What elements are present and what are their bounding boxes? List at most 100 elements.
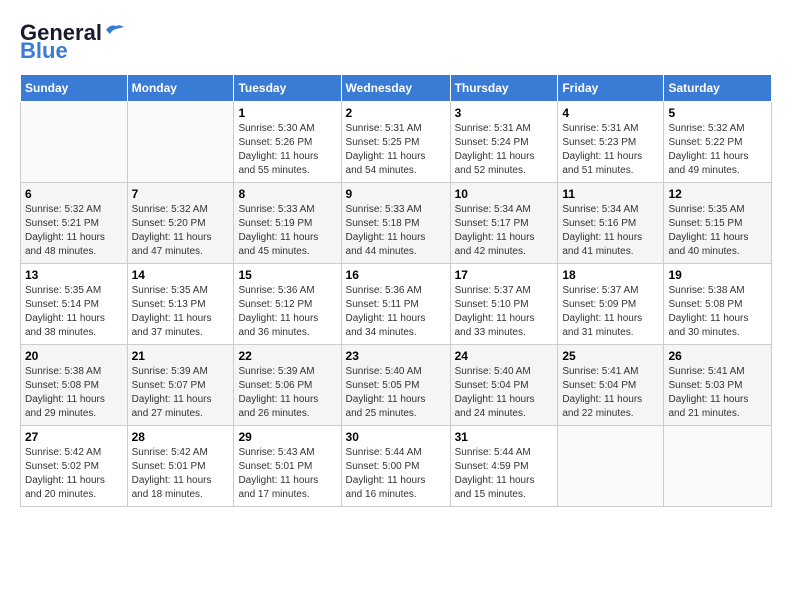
- day-info: Sunrise: 5:33 AM Sunset: 5:18 PM Dayligh…: [346, 203, 446, 259]
- calendar-cell: 2 Sunrise: 5:31 AM Sunset: 5:25 PM Daylig…: [341, 102, 450, 183]
- calendar-cell: 23 Sunrise: 5:40 AM Sunset: 5:05 PM Dayli…: [341, 345, 450, 426]
- day-number: 24: [455, 349, 554, 363]
- day-number: 16: [346, 268, 446, 282]
- day-info: Sunrise: 5:35 AM Sunset: 5:15 PM Dayligh…: [668, 203, 767, 259]
- day-info: Sunrise: 5:37 AM Sunset: 5:10 PM Dayligh…: [455, 284, 554, 340]
- calendar-cell: 10 Sunrise: 5:34 AM Sunset: 5:17 PM Dayli…: [450, 183, 558, 264]
- calendar-cell: 24 Sunrise: 5:40 AM Sunset: 5:04 PM Dayli…: [450, 345, 558, 426]
- header-friday: Friday: [558, 75, 664, 102]
- calendar-cell: 4 Sunrise: 5:31 AM Sunset: 5:23 PM Daylig…: [558, 102, 664, 183]
- day-number: 21: [132, 349, 230, 363]
- day-number: 18: [562, 268, 659, 282]
- day-info: Sunrise: 5:31 AM Sunset: 5:23 PM Dayligh…: [562, 122, 659, 178]
- day-info: Sunrise: 5:40 AM Sunset: 5:04 PM Dayligh…: [455, 365, 554, 421]
- day-number: 25: [562, 349, 659, 363]
- day-number: 13: [25, 268, 123, 282]
- day-number: 9: [346, 187, 446, 201]
- day-info: Sunrise: 5:32 AM Sunset: 5:22 PM Dayligh…: [668, 122, 767, 178]
- calendar-cell: [127, 102, 234, 183]
- day-info: Sunrise: 5:36 AM Sunset: 5:11 PM Dayligh…: [346, 284, 446, 340]
- calendar-cell: 19Sunrise: 5:38 AM Sunset: 5:08 PM Dayli…: [664, 264, 772, 345]
- day-number: 3: [455, 106, 554, 120]
- day-number: 15: [238, 268, 336, 282]
- day-info: Sunrise: 5:41 AM Sunset: 5:03 PM Dayligh…: [668, 365, 767, 421]
- day-info: Sunrise: 5:32 AM Sunset: 5:21 PM Dayligh…: [25, 203, 123, 259]
- logo: General Blue: [20, 20, 126, 64]
- calendar-cell: 15 Sunrise: 5:36 AM Sunset: 5:12 PM Dayli…: [234, 264, 341, 345]
- calendar-cell: 21 Sunrise: 5:39 AM Sunset: 5:07 PM Dayli…: [127, 345, 234, 426]
- day-info: Sunrise: 5:38 AM Sunset: 5:08 PM Dayligh…: [668, 284, 767, 340]
- calendar-cell: 29Sunrise: 5:43 AM Sunset: 5:01 PM Dayli…: [234, 426, 341, 507]
- page-header: General Blue: [20, 20, 772, 64]
- day-number: 6: [25, 187, 123, 201]
- day-info: Sunrise: 5:39 AM Sunset: 5:07 PM Dayligh…: [132, 365, 230, 421]
- calendar-cell: 31 Sunrise: 5:44 AM Sunset: 4:59 PM Dayli…: [450, 426, 558, 507]
- day-number: 27: [25, 430, 123, 444]
- calendar-cell: 30 Sunrise: 5:44 AM Sunset: 5:00 PM Dayli…: [341, 426, 450, 507]
- calendar-cell: 27 Sunrise: 5:42 AM Sunset: 5:02 PM Dayli…: [21, 426, 128, 507]
- calendar-cell: 17 Sunrise: 5:37 AM Sunset: 5:10 PM Dayli…: [450, 264, 558, 345]
- calendar-cell: 8 Sunrise: 5:33 AM Sunset: 5:19 PM Daylig…: [234, 183, 341, 264]
- day-number: 10: [455, 187, 554, 201]
- day-number: 17: [455, 268, 554, 282]
- calendar-week-row: 6 Sunrise: 5:32 AM Sunset: 5:21 PM Daylig…: [21, 183, 772, 264]
- day-info: Sunrise: 5:31 AM Sunset: 5:24 PM Dayligh…: [455, 122, 554, 178]
- header-saturday: Saturday: [664, 75, 772, 102]
- day-number: 1: [238, 106, 336, 120]
- day-info: Sunrise: 5:34 AM Sunset: 5:16 PM Dayligh…: [562, 203, 659, 259]
- day-info: Sunrise: 5:37 AM Sunset: 5:09 PM Dayligh…: [562, 284, 659, 340]
- day-info: Sunrise: 5:36 AM Sunset: 5:12 PM Dayligh…: [238, 284, 336, 340]
- calendar-cell: 26 Sunrise: 5:41 AM Sunset: 5:03 PM Dayli…: [664, 345, 772, 426]
- calendar-cell: 12Sunrise: 5:35 AM Sunset: 5:15 PM Dayli…: [664, 183, 772, 264]
- day-info: Sunrise: 5:44 AM Sunset: 5:00 PM Dayligh…: [346, 446, 446, 502]
- day-number: 4: [562, 106, 659, 120]
- calendar-cell: 7Sunrise: 5:32 AM Sunset: 5:20 PM Daylig…: [127, 183, 234, 264]
- day-number: 11: [562, 187, 659, 201]
- calendar-week-row: 27 Sunrise: 5:42 AM Sunset: 5:02 PM Dayli…: [21, 426, 772, 507]
- day-info: Sunrise: 5:40 AM Sunset: 5:05 PM Dayligh…: [346, 365, 446, 421]
- calendar-cell: 20 Sunrise: 5:38 AM Sunset: 5:08 PM Dayli…: [21, 345, 128, 426]
- calendar-cell: 25 Sunrise: 5:41 AM Sunset: 5:04 PM Dayli…: [558, 345, 664, 426]
- day-info: Sunrise: 5:34 AM Sunset: 5:17 PM Dayligh…: [455, 203, 554, 259]
- day-info: Sunrise: 5:38 AM Sunset: 5:08 PM Dayligh…: [25, 365, 123, 421]
- calendar-cell: [664, 426, 772, 507]
- day-info: Sunrise: 5:30 AM Sunset: 5:26 PM Dayligh…: [238, 122, 336, 178]
- day-info: Sunrise: 5:44 AM Sunset: 4:59 PM Dayligh…: [455, 446, 554, 502]
- day-info: Sunrise: 5:42 AM Sunset: 5:02 PM Dayligh…: [25, 446, 123, 502]
- header-wednesday: Wednesday: [341, 75, 450, 102]
- calendar-cell: [21, 102, 128, 183]
- header-sunday: Sunday: [21, 75, 128, 102]
- calendar-header-row: SundayMondayTuesdayWednesdayThursdayFrid…: [21, 75, 772, 102]
- calendar-week-row: 1 Sunrise: 5:30 AM Sunset: 5:26 PM Daylig…: [21, 102, 772, 183]
- day-number: 14: [132, 268, 230, 282]
- day-number: 2: [346, 106, 446, 120]
- calendar-cell: 28Sunrise: 5:42 AM Sunset: 5:01 PM Dayli…: [127, 426, 234, 507]
- calendar-cell: 13Sunrise: 5:35 AM Sunset: 5:14 PM Dayli…: [21, 264, 128, 345]
- calendar-week-row: 20 Sunrise: 5:38 AM Sunset: 5:08 PM Dayli…: [21, 345, 772, 426]
- calendar-cell: 9 Sunrise: 5:33 AM Sunset: 5:18 PM Daylig…: [341, 183, 450, 264]
- day-number: 23: [346, 349, 446, 363]
- calendar-cell: 6 Sunrise: 5:32 AM Sunset: 5:21 PM Daylig…: [21, 183, 128, 264]
- header-tuesday: Tuesday: [234, 75, 341, 102]
- day-number: 31: [455, 430, 554, 444]
- calendar-cell: 16 Sunrise: 5:36 AM Sunset: 5:11 PM Dayli…: [341, 264, 450, 345]
- day-info: Sunrise: 5:33 AM Sunset: 5:19 PM Dayligh…: [238, 203, 336, 259]
- calendar-cell: 18 Sunrise: 5:37 AM Sunset: 5:09 PM Dayli…: [558, 264, 664, 345]
- calendar-cell: 22Sunrise: 5:39 AM Sunset: 5:06 PM Dayli…: [234, 345, 341, 426]
- header-thursday: Thursday: [450, 75, 558, 102]
- day-number: 22: [238, 349, 336, 363]
- day-info: Sunrise: 5:31 AM Sunset: 5:25 PM Dayligh…: [346, 122, 446, 178]
- day-number: 8: [238, 187, 336, 201]
- day-number: 20: [25, 349, 123, 363]
- day-number: 5: [668, 106, 767, 120]
- day-number: 7: [132, 187, 230, 201]
- logo-bird-icon: [104, 22, 126, 38]
- calendar-cell: 1 Sunrise: 5:30 AM Sunset: 5:26 PM Daylig…: [234, 102, 341, 183]
- calendar-cell: 5 Sunrise: 5:32 AM Sunset: 5:22 PM Daylig…: [664, 102, 772, 183]
- day-info: Sunrise: 5:35 AM Sunset: 5:13 PM Dayligh…: [132, 284, 230, 340]
- day-number: 26: [668, 349, 767, 363]
- calendar-table: SundayMondayTuesdayWednesdayThursdayFrid…: [20, 74, 772, 507]
- header-monday: Monday: [127, 75, 234, 102]
- day-number: 30: [346, 430, 446, 444]
- day-info: Sunrise: 5:41 AM Sunset: 5:04 PM Dayligh…: [562, 365, 659, 421]
